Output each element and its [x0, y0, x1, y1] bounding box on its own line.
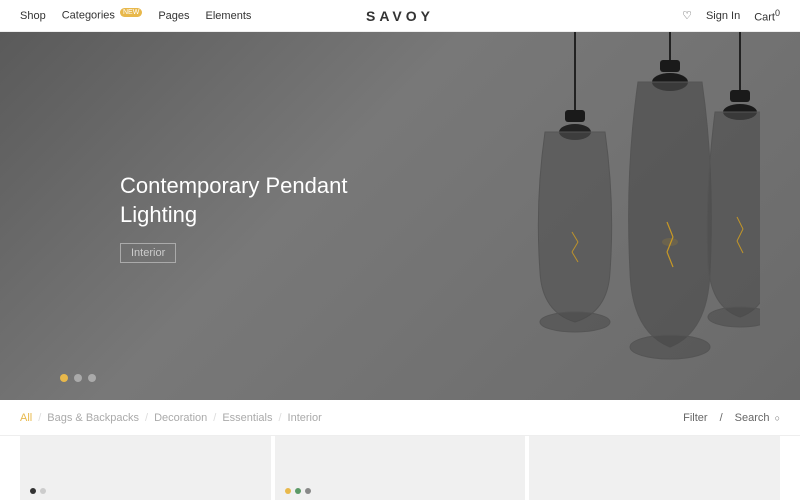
filter-essentials[interactable]: Essentials [222, 412, 272, 424]
nav-categories-label: Categories [62, 10, 115, 22]
carousel-dot-3[interactable] [88, 374, 96, 382]
main-nav: Shop Categories NEW Pages Elements [20, 9, 251, 22]
hero-section: Contemporary PendantLighting Interior [0, 32, 800, 400]
sign-in-link[interactable]: Sign In [706, 10, 740, 22]
filter-actions: Filter / Search ○ [683, 412, 780, 424]
search-button[interactable]: Search ○ [735, 412, 780, 424]
color-dot-gray[interactable] [305, 488, 311, 494]
filter-right-sep: / [720, 412, 723, 424]
filter-interior[interactable]: Interior [288, 412, 322, 424]
carousel-dot-2[interactable] [74, 374, 82, 382]
filter-bar: All / Bags & Backpacks / Decoration / Es… [0, 400, 800, 436]
product-card-2[interactable] [275, 436, 526, 500]
product-card-3[interactable] [529, 436, 780, 500]
color-dot-green[interactable] [295, 488, 301, 494]
nav-categories[interactable]: Categories NEW [62, 9, 143, 22]
filter-decoration[interactable]: Decoration [154, 412, 207, 424]
filter-bags[interactable]: Bags & Backpacks [47, 412, 139, 424]
separator-2: / [145, 412, 148, 424]
header: Shop Categories NEW Pages Elements SAVOY… [0, 0, 800, 32]
cart-link[interactable]: Cart0 [754, 8, 780, 24]
hero-background: Contemporary PendantLighting Interior [0, 32, 800, 400]
header-actions: ♡ Sign In Cart0 [682, 8, 780, 24]
hero-carousel-dots [60, 374, 96, 382]
hero-title: Contemporary PendantLighting [120, 172, 347, 229]
nav-shop[interactable]: Shop [20, 10, 46, 22]
category-filters: All / Bags & Backpacks / Decoration / Es… [20, 412, 683, 424]
product-card-1[interactable] [20, 436, 271, 500]
carousel-dot-1[interactable] [60, 374, 68, 382]
hero-text-block: Contemporary PendantLighting Interior [120, 172, 347, 263]
filter-button[interactable]: Filter [683, 412, 707, 424]
search-icon: ○ [775, 413, 780, 423]
nav-elements[interactable]: Elements [206, 10, 252, 22]
color-dot-dark[interactable] [30, 488, 36, 494]
separator-4: / [278, 412, 281, 424]
wishlist-icon[interactable]: ♡ [682, 9, 692, 22]
separator-1: / [38, 412, 41, 424]
site-logo: SAVOY [366, 8, 434, 24]
filter-all[interactable]: All [20, 412, 32, 424]
color-dot-gold[interactable] [285, 488, 291, 494]
nav-pages[interactable]: Pages [158, 10, 189, 22]
categories-badge: NEW [120, 8, 142, 17]
products-row [0, 436, 800, 500]
pendant-lights-illustration [380, 32, 760, 400]
color-dot-light[interactable] [40, 488, 46, 494]
product-1-color-dots [30, 488, 46, 494]
product-2-color-dots [285, 488, 311, 494]
separator-3: / [213, 412, 216, 424]
hero-subtitle[interactable]: Interior [120, 243, 176, 263]
